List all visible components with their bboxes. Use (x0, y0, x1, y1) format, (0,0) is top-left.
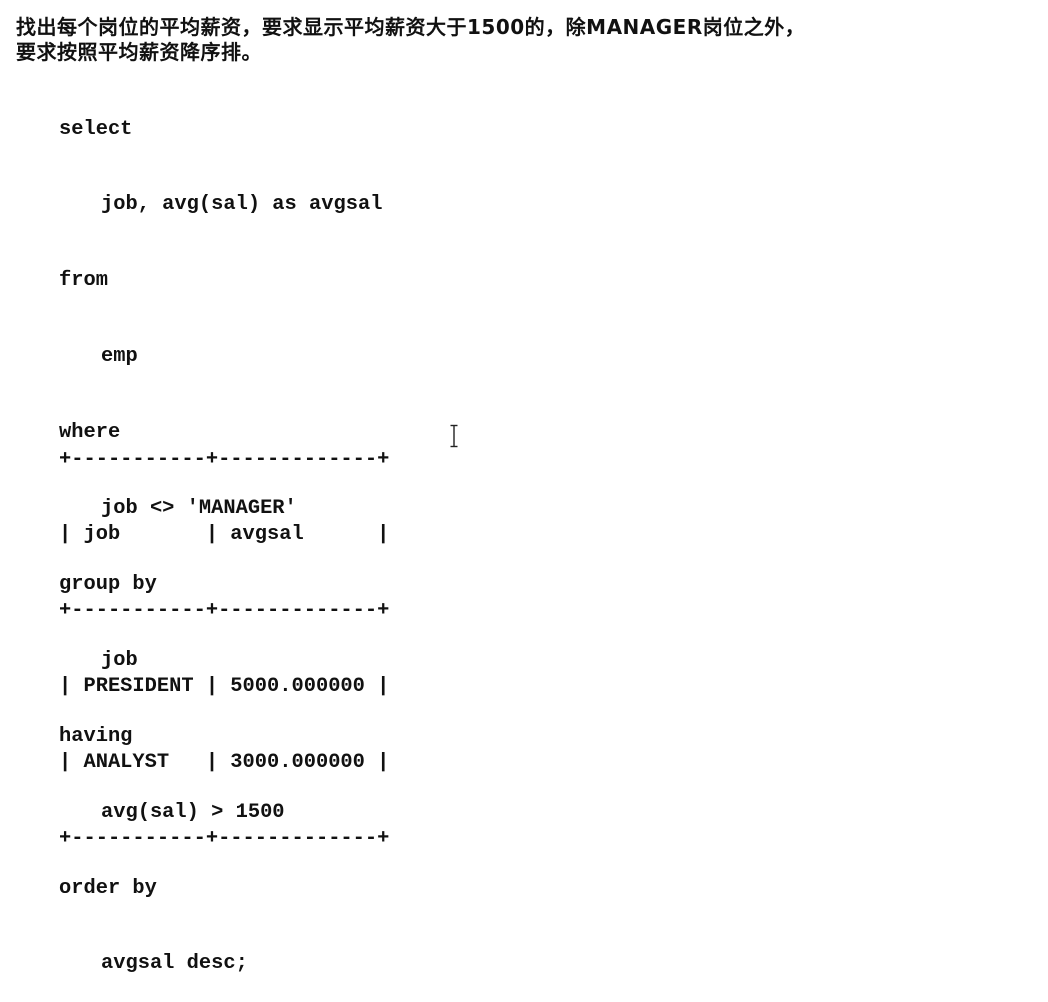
instruction-text: 找出每个岗位的平均薪资，要求显示平均薪资大于1500的，除MANAGER岗位之外… (16, 15, 1046, 65)
result-table-row: | ANALYST | 3000.000000 | (59, 751, 390, 775)
result-table-row: | PRESIDENT | 5000.000000 | (59, 675, 390, 699)
instruction-line-2: 要求按照平均薪资降序排。 (16, 40, 262, 64)
sql-order-by-keyword: order by (59, 876, 157, 900)
sql-select-keyword: select (59, 117, 133, 141)
result-table-header-border: +-----------+-------------+ (59, 599, 390, 623)
result-table-header: | job | avgsal | (59, 523, 390, 547)
result-table-bottom-border: +-----------+-------------+ (59, 827, 390, 851)
instruction-line-1: 找出每个岗位的平均薪资，要求显示平均薪资大于1500的，除MANAGER岗位之外… (16, 15, 806, 39)
sql-select-columns: job, avg(sal) as avgsal (101, 193, 383, 217)
result-table-top-border: +-----------+-------------+ (59, 447, 390, 471)
sql-order-by-column: avgsal desc; (101, 952, 248, 976)
text-cursor-icon (450, 424, 458, 448)
result-table: +-----------+-------------+ | job | avgs… (59, 396, 389, 877)
sql-from-keyword: from (59, 269, 108, 293)
sql-table-name: emp (101, 345, 138, 369)
